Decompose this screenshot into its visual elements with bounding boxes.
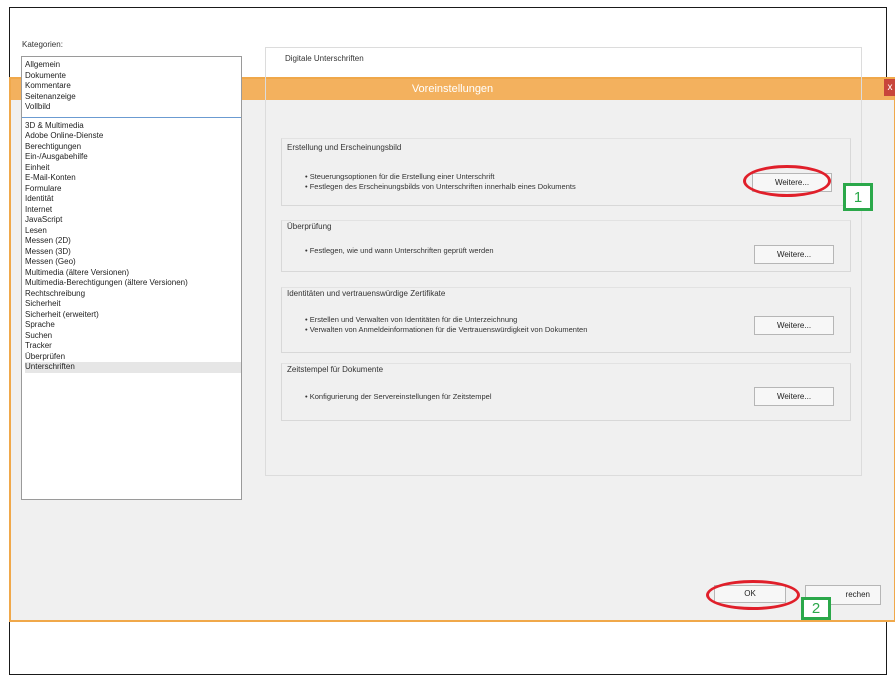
category-item[interactable]: Dokumente (25, 71, 241, 82)
annotation-marker-2: 2 (801, 597, 831, 620)
category-item[interactable]: Adobe Online-Dienste (25, 131, 241, 142)
bullet-item: • Steuerungsoptionen für die Erstellung … (305, 172, 495, 181)
category-item[interactable]: Überprüfen (25, 352, 241, 363)
category-item[interactable]: Sprache (25, 320, 241, 331)
category-item[interactable]: 3D & Multimedia (25, 121, 241, 132)
annotation-marker-1: 1 (843, 183, 873, 211)
more-button[interactable]: Weitere... (754, 316, 834, 335)
categories-main-group: 3D & Multimedia Adobe Online-Dienste Ber… (22, 118, 241, 377)
panel-title: Digitale Unterschriften (285, 54, 364, 63)
category-item[interactable]: Messen (2D) (25, 236, 241, 247)
section-bullets: • Steuerungsoptionen für die Erstellung … (305, 172, 576, 192)
category-item[interactable]: Seitenanzeige (25, 92, 241, 103)
bullet-item: • Festlegen des Erscheinungsbilds von Un… (305, 182, 576, 191)
section-bullets: • Konfigurierung der Servereinstellungen… (305, 392, 491, 402)
section-title: Erstellung und Erscheinungsbild (287, 143, 402, 152)
category-item[interactable]: Ein-/Ausgabehilfe (25, 152, 241, 163)
category-item[interactable]: Messen (Geo) (25, 257, 241, 268)
section-title: Identitäten und vertrauenswürdige Zertif… (287, 289, 446, 298)
bullet-item: • Festlegen, wie und wann Unterschriften… (305, 246, 494, 255)
category-item[interactable]: E-Mail-Konten (25, 173, 241, 184)
highlight-ring (706, 580, 800, 610)
bullet-item: • Konfigurierung der Servereinstellungen… (305, 392, 492, 401)
category-item[interactable]: Berechtigungen (25, 142, 241, 153)
more-button[interactable]: Weitere... (754, 245, 834, 264)
close-icon[interactable]: x (884, 79, 895, 96)
category-item-selected[interactable]: Unterschriften (25, 362, 241, 373)
category-item[interactable]: Identität (25, 194, 241, 205)
category-item[interactable]: Lesen (25, 226, 241, 237)
category-item[interactable]: Vollbild (25, 102, 241, 113)
categories-list[interactable]: Allgemein Dokumente Kommentare Seitenanz… (21, 56, 242, 500)
section-title: Überprüfung (287, 222, 332, 231)
category-item[interactable]: Formulare (25, 184, 241, 195)
section-bullets: • Festlegen, wie und wann Unterschriften… (305, 246, 494, 256)
category-item[interactable]: Messen (3D) (25, 247, 241, 258)
category-item[interactable]: Multimedia-Berechtigungen (ältere Versio… (25, 278, 241, 289)
bullet-item: • Erstellen und Verwalten von Identitäte… (305, 315, 518, 324)
category-item[interactable]: Internet (25, 205, 241, 216)
category-item[interactable]: Tracker (25, 341, 241, 352)
category-item[interactable]: Sicherheit (erweitert) (25, 310, 241, 321)
category-item[interactable]: Einheit (25, 163, 241, 174)
category-item[interactable]: Multimedia (ältere Versionen) (25, 268, 241, 279)
category-item[interactable]: Rechtschreibung (25, 289, 241, 300)
section-bullets: • Erstellen und Verwalten von Identitäte… (305, 315, 587, 335)
categories-top-group: Allgemein Dokumente Kommentare Seitenanz… (22, 57, 241, 118)
category-item[interactable]: Suchen (25, 331, 241, 342)
bullet-item: • Verwalten von Anmeldeinformationen für… (305, 325, 588, 334)
category-item[interactable]: Kommentare (25, 81, 241, 92)
category-item[interactable]: Allgemein (25, 60, 241, 71)
more-button[interactable]: Weitere... (754, 387, 834, 406)
categories-label: Kategorien: (22, 40, 63, 49)
category-item[interactable]: Sicherheit (25, 299, 241, 310)
section-title: Zeitstempel für Dokumente (287, 365, 384, 374)
highlight-ring (743, 165, 831, 197)
category-item[interactable]: JavaScript (25, 215, 241, 226)
